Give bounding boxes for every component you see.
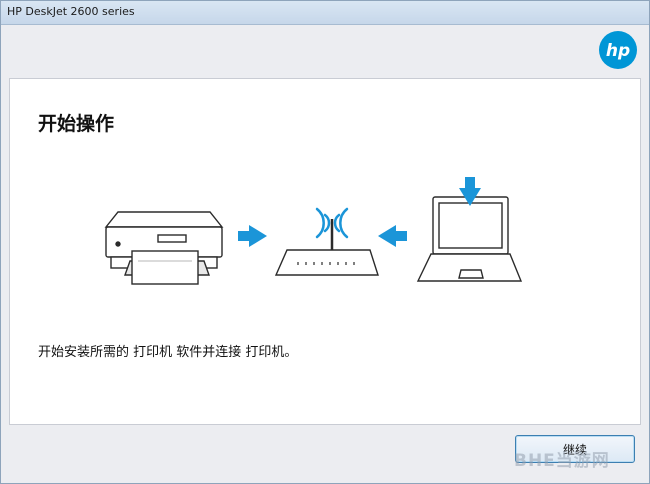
hp-logo: hp	[599, 31, 637, 69]
header-area	[1, 25, 649, 77]
printer-icon	[104, 211, 224, 285]
hp-logo-icon: hp	[606, 41, 630, 61]
window-title: HP DeskJet 2600 series	[7, 5, 135, 18]
content-panel: 开始操作 开始安装所需的 打印机 软件并连接 打印机。	[9, 78, 641, 425]
hp-logo-text: hp	[606, 41, 630, 61]
wireless-router-icon	[274, 207, 379, 276]
setup-illustration	[104, 177, 523, 285]
installer-window: HP DeskJet 2600 series hp 开始操作 开始安装所需的 打…	[0, 0, 650, 484]
watermark: BHE当游网	[514, 451, 610, 471]
arrow-left-icon	[378, 225, 407, 247]
description-text: 开始安装所需的 打印机 软件并连接 打印机。	[38, 345, 298, 360]
arrow-right-icon	[238, 225, 267, 247]
laptop-icon	[416, 196, 523, 282]
title-bar[interactable]: HP DeskJet 2600 series	[1, 1, 649, 25]
